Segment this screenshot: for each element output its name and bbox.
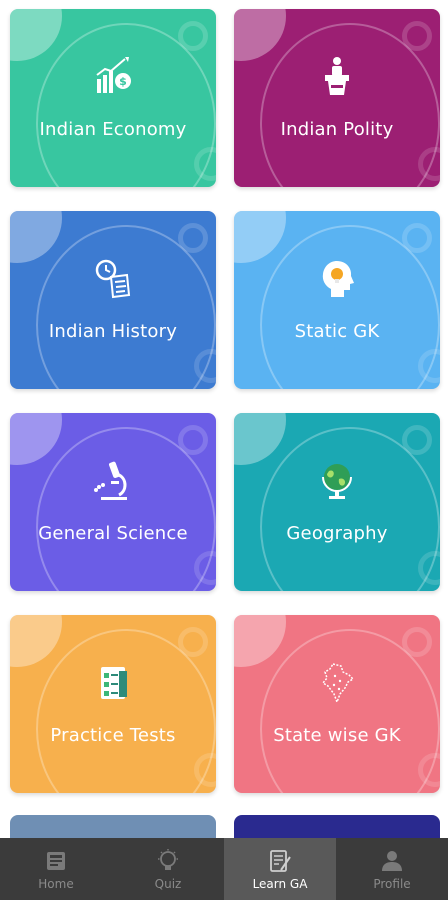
card-ring-decoration <box>402 223 432 253</box>
history-scroll-icon <box>95 259 131 299</box>
nav-home[interactable]: Home <box>0 838 112 900</box>
card-label: State wise GK <box>273 725 401 746</box>
card-indian-economy[interactable]: $ Indian Economy <box>10 9 216 187</box>
card-ring-decoration <box>402 425 432 455</box>
podium-speaker-icon <box>325 57 349 95</box>
card-corner-decoration <box>10 211 62 263</box>
card-label: Practice Tests <box>50 725 176 746</box>
card-label: General Science <box>38 523 188 544</box>
nav-label: Quiz <box>154 876 182 891</box>
card-label: Geography <box>286 523 388 544</box>
nav-profile[interactable]: Profile <box>336 838 448 900</box>
home-book-icon <box>47 851 65 870</box>
card-ring-decoration <box>178 627 208 657</box>
notepad-pen-icon <box>270 849 291 872</box>
india-map-icon <box>321 663 355 705</box>
card-indian-polity[interactable]: Indian Polity <box>234 9 440 187</box>
card-corner-decoration <box>234 413 286 465</box>
card-ring-decoration <box>402 627 432 657</box>
microscope-icon <box>94 461 127 500</box>
svg-text:$: $ <box>119 75 127 88</box>
card-corner-decoration <box>234 211 286 263</box>
head-lightbulb-icon <box>322 261 354 297</box>
person-icon <box>382 850 402 871</box>
card-practice-tests[interactable]: Practice Tests <box>10 615 216 793</box>
nav-label: Profile <box>373 876 411 891</box>
card-label: Indian Economy <box>39 119 187 140</box>
card-corner-decoration <box>10 413 62 465</box>
checklist-icon <box>101 667 127 699</box>
bottom-navigation: Home Quiz Learn GA Profile <box>0 838 448 900</box>
card-corner-decoration <box>10 615 62 667</box>
card-ring-decoration <box>402 21 432 51</box>
card-indian-history[interactable]: Indian History <box>10 211 216 389</box>
card-ring-decoration <box>178 21 208 51</box>
economy-chart-icon: $ <box>96 57 131 93</box>
card-corner-decoration <box>234 9 286 61</box>
nav-learn-ga[interactable]: Learn GA <box>224 838 336 900</box>
card-corner-decoration <box>234 615 286 667</box>
card-label: Indian History <box>48 321 178 342</box>
card-ring-decoration <box>178 425 208 455</box>
card-label: Static GK <box>294 321 380 342</box>
learn-ga-screen: $ Indian Economy Indian Polity Indian Hi… <box>0 0 448 900</box>
card-geography[interactable]: Geography <box>234 413 440 591</box>
nav-label: Home <box>38 876 74 891</box>
nav-label: Learn GA <box>252 876 308 891</box>
lightbulb-icon <box>158 848 178 870</box>
card-static-gk[interactable]: Static GK <box>234 211 440 389</box>
card-general-science[interactable]: General Science <box>10 413 216 591</box>
card-ring-decoration <box>178 223 208 253</box>
card-label: Indian Polity <box>280 119 394 140</box>
nav-quiz[interactable]: Quiz <box>112 838 224 900</box>
card-state-wise-gk[interactable]: State wise GK <box>234 615 440 793</box>
globe-icon <box>322 464 352 499</box>
card-corner-decoration <box>10 9 62 61</box>
